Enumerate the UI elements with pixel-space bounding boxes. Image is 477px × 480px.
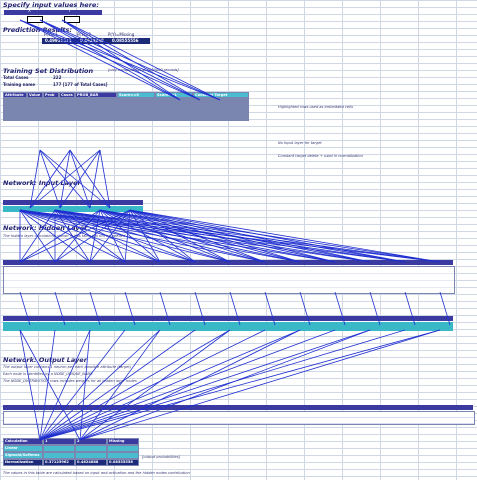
- arrow-line: [159, 291, 171, 326]
- arrow-line: [39, 329, 196, 441]
- arrow-line: [29, 149, 101, 209]
- arrow-line: [404, 291, 416, 326]
- arrow-line: [19, 19, 181, 101]
- arrow-line: [79, 329, 301, 441]
- arrow-line: [29, 149, 41, 209]
- arrow-line: [79, 329, 371, 441]
- arrow-line: [299, 291, 311, 326]
- arrow-line: [54, 209, 371, 263]
- arrow-line: [19, 329, 81, 441]
- arrow-line: [39, 329, 406, 441]
- arrow-line: [61, 19, 221, 101]
- dependency-arrows: [19, 19, 451, 441]
- arrow-line: [79, 329, 161, 441]
- arrow-line: [39, 149, 111, 209]
- arrow-line: [79, 329, 231, 441]
- arrow-line: [89, 149, 101, 209]
- arrow-line: [39, 329, 336, 441]
- arrow-line: [99, 209, 336, 263]
- arrow-line: [229, 291, 241, 326]
- arrow-line: [89, 291, 101, 326]
- arrow-line: [39, 329, 266, 441]
- arrow-line: [39, 329, 371, 441]
- arrow-line: [194, 291, 206, 326]
- arrow-line: [39, 19, 181, 101]
- arrow-line: [54, 291, 66, 326]
- arrow-line: [61, 19, 181, 101]
- arrow-line: [99, 149, 111, 209]
- arrow-line: [264, 291, 276, 326]
- arrow-line: [369, 291, 381, 326]
- arrow-line: [124, 291, 136, 326]
- arrow-line: [59, 149, 101, 209]
- arrow-line: [61, 19, 201, 101]
- arrow-line: [54, 209, 336, 263]
- arrow-line: [439, 291, 451, 326]
- arrow-line: [39, 19, 201, 101]
- arrow-line: [129, 209, 406, 263]
- arrow-line: [39, 19, 221, 101]
- arrow-line: [334, 291, 346, 326]
- arrow-line: [19, 291, 31, 326]
- arrow-line: [19, 329, 41, 441]
